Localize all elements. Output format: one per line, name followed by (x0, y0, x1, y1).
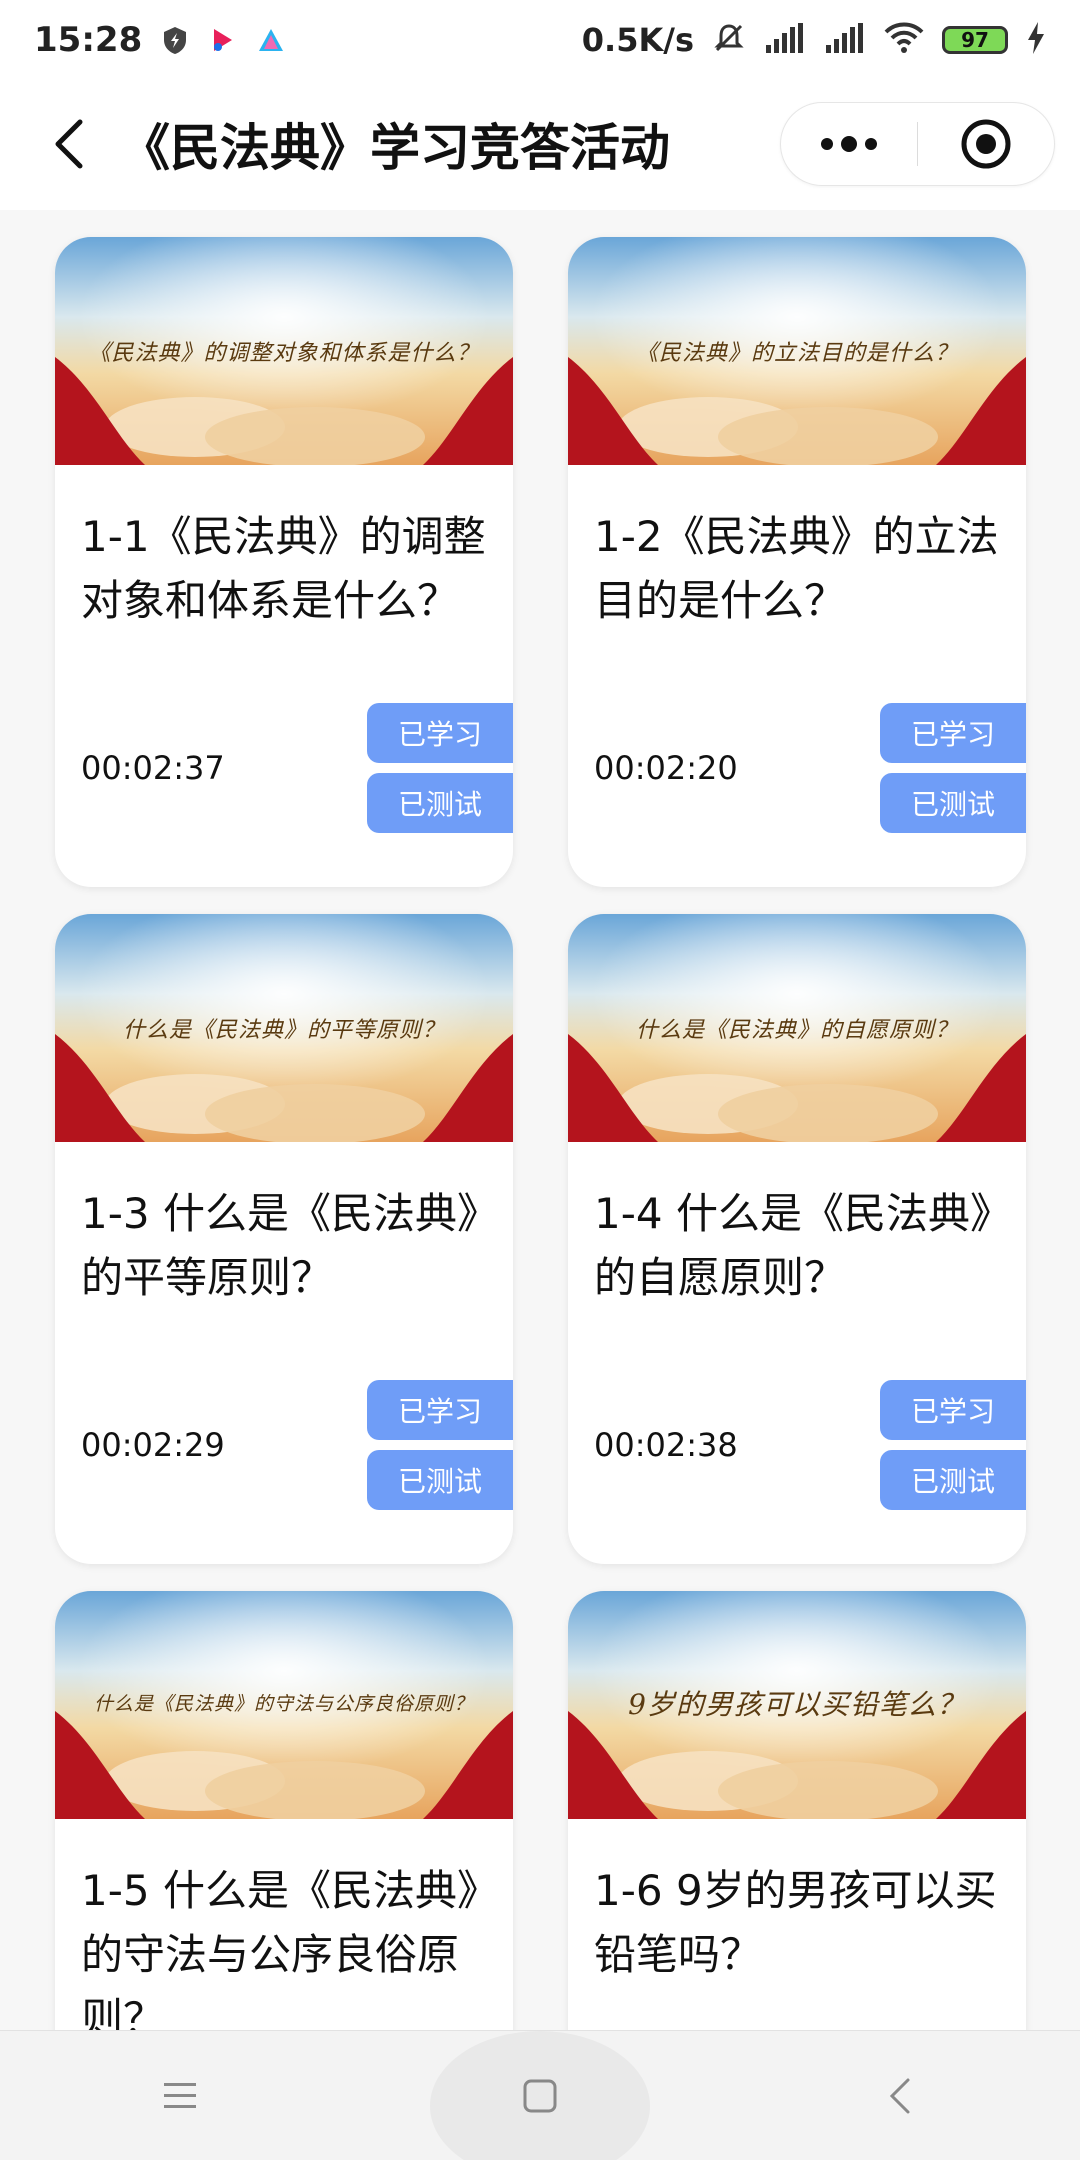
status-time: 15:28 (34, 20, 143, 60)
close-button[interactable] (918, 103, 1054, 185)
signal-icon (824, 23, 866, 57)
lesson-card[interactable]: 什么是《民法典》的守法与公序良俗原则？ 1-5 什么是《民法典》的守法与公序良俗… (55, 1591, 513, 2030)
status-bar: 15:28 0.5K/s 97 (0, 0, 1080, 80)
tested-badge[interactable]: 已测试 (367, 1450, 513, 1510)
wifi-icon (884, 22, 924, 58)
lesson-duration: 00:02:37 (81, 749, 225, 787)
lesson-card[interactable]: 《民法典》的调整对象和体系是什么？ 1-1《民法典》的调整对象和体系是什么？ 0… (55, 237, 513, 887)
home-square-icon (523, 2079, 557, 2112)
lesson-card[interactable]: 什么是《民法典》的自愿原则？ 1-4 什么是《民法典》的自愿原则？ 00:02:… (568, 914, 1026, 1564)
lesson-card[interactable]: 什么是《民法典》的平等原则？ 1-3 什么是《民法典》的平等原则？ 00:02:… (55, 914, 513, 1564)
status-right: 0.5K/s 97 (582, 21, 1046, 59)
more-dots-icon (821, 136, 877, 152)
tested-badge[interactable]: 已测试 (880, 1450, 1026, 1510)
thumbnail-caption: 9岁的男孩可以买铅笔么？ (628, 1688, 966, 1721)
lesson-grid: 《民法典》的调整对象和体系是什么？ 1-1《民法典》的调整对象和体系是什么？ 0… (0, 210, 1080, 2030)
mute-icon (712, 21, 746, 59)
menu-icon (164, 2082, 196, 2108)
battery-indicator: 97 (942, 26, 1008, 54)
page-title: 《民法典》学习竞答活动 (120, 119, 670, 177)
charging-icon (1026, 22, 1046, 58)
status-left: 15:28 (34, 20, 286, 60)
back-button[interactable] (40, 114, 100, 174)
tested-badge[interactable]: 已测试 (880, 773, 1026, 833)
back-chevron-icon (889, 2078, 910, 2113)
lesson-duration: 00:02:29 (81, 1426, 225, 1464)
lesson-duration: 00:02:38 (594, 1426, 738, 1464)
tested-badge[interactable]: 已测试 (367, 773, 513, 833)
lesson-card[interactable]: 《民法典》的立法目的是什么？ 1-2《民法典》的立法目的是什么？ 00:02:2… (568, 237, 1026, 887)
app-b-icon (256, 25, 286, 55)
lesson-title: 1-6 9岁的男孩可以买铅笔吗？ (594, 1866, 997, 1979)
app-a-icon (208, 25, 238, 55)
thumbnail-caption: 《民法典》的调整对象和体系是什么？ (88, 341, 480, 366)
lesson-title: 1-4 什么是《民法典》的自愿原则？ (594, 1189, 991, 1302)
lesson-title: 1-5 什么是《民法典》的守法与公序良俗原则？ (81, 1866, 478, 2030)
thumbnail-caption: 什么是《民法典》的守法与公序良俗原则？ (93, 1693, 474, 1715)
miniapp-capsule (780, 102, 1055, 186)
thumbnail-caption: 什么是《民法典》的自愿原则？ (635, 1018, 958, 1043)
lesson-card[interactable]: 9岁的男孩可以买铅笔么？ 1-6 9岁的男孩可以买铅笔吗？ (568, 1591, 1026, 2030)
learned-badge[interactable]: 已学习 (880, 1380, 1026, 1440)
more-button[interactable] (781, 103, 917, 185)
home-button[interactable] (465, 2046, 615, 2146)
thumbnail-caption: 《民法典》的立法目的是什么？ (635, 341, 958, 366)
lesson-title: 1-3 什么是《民法典》的平等原则？ (81, 1189, 478, 1302)
system-nav-bar (0, 2030, 1080, 2160)
close-target-icon (961, 119, 1011, 169)
thumbnail-caption: 什么是《民法典》的平等原则？ (122, 1018, 445, 1043)
learned-badge[interactable]: 已学习 (367, 1380, 513, 1440)
back-nav-button[interactable] (825, 2046, 975, 2146)
back-arrow-icon (55, 119, 83, 169)
network-speed: 0.5K/s (581, 21, 694, 59)
learned-badge[interactable]: 已学习 (880, 703, 1026, 763)
lesson-title: 1-1《民法典》的调整对象和体系是什么？ (81, 512, 486, 625)
lesson-title: 1-2《民法典》的立法目的是什么？ (594, 512, 999, 625)
lesson-duration: 00:02:20 (594, 749, 738, 787)
title-bar: 《民法典》学习竞答活动 (0, 80, 1080, 210)
signal-icon (764, 23, 806, 57)
battery-level: 97 (961, 28, 989, 52)
shield-icon (160, 25, 190, 55)
learned-badge[interactable]: 已学习 (367, 703, 513, 763)
recent-apps-button[interactable] (105, 2046, 255, 2146)
